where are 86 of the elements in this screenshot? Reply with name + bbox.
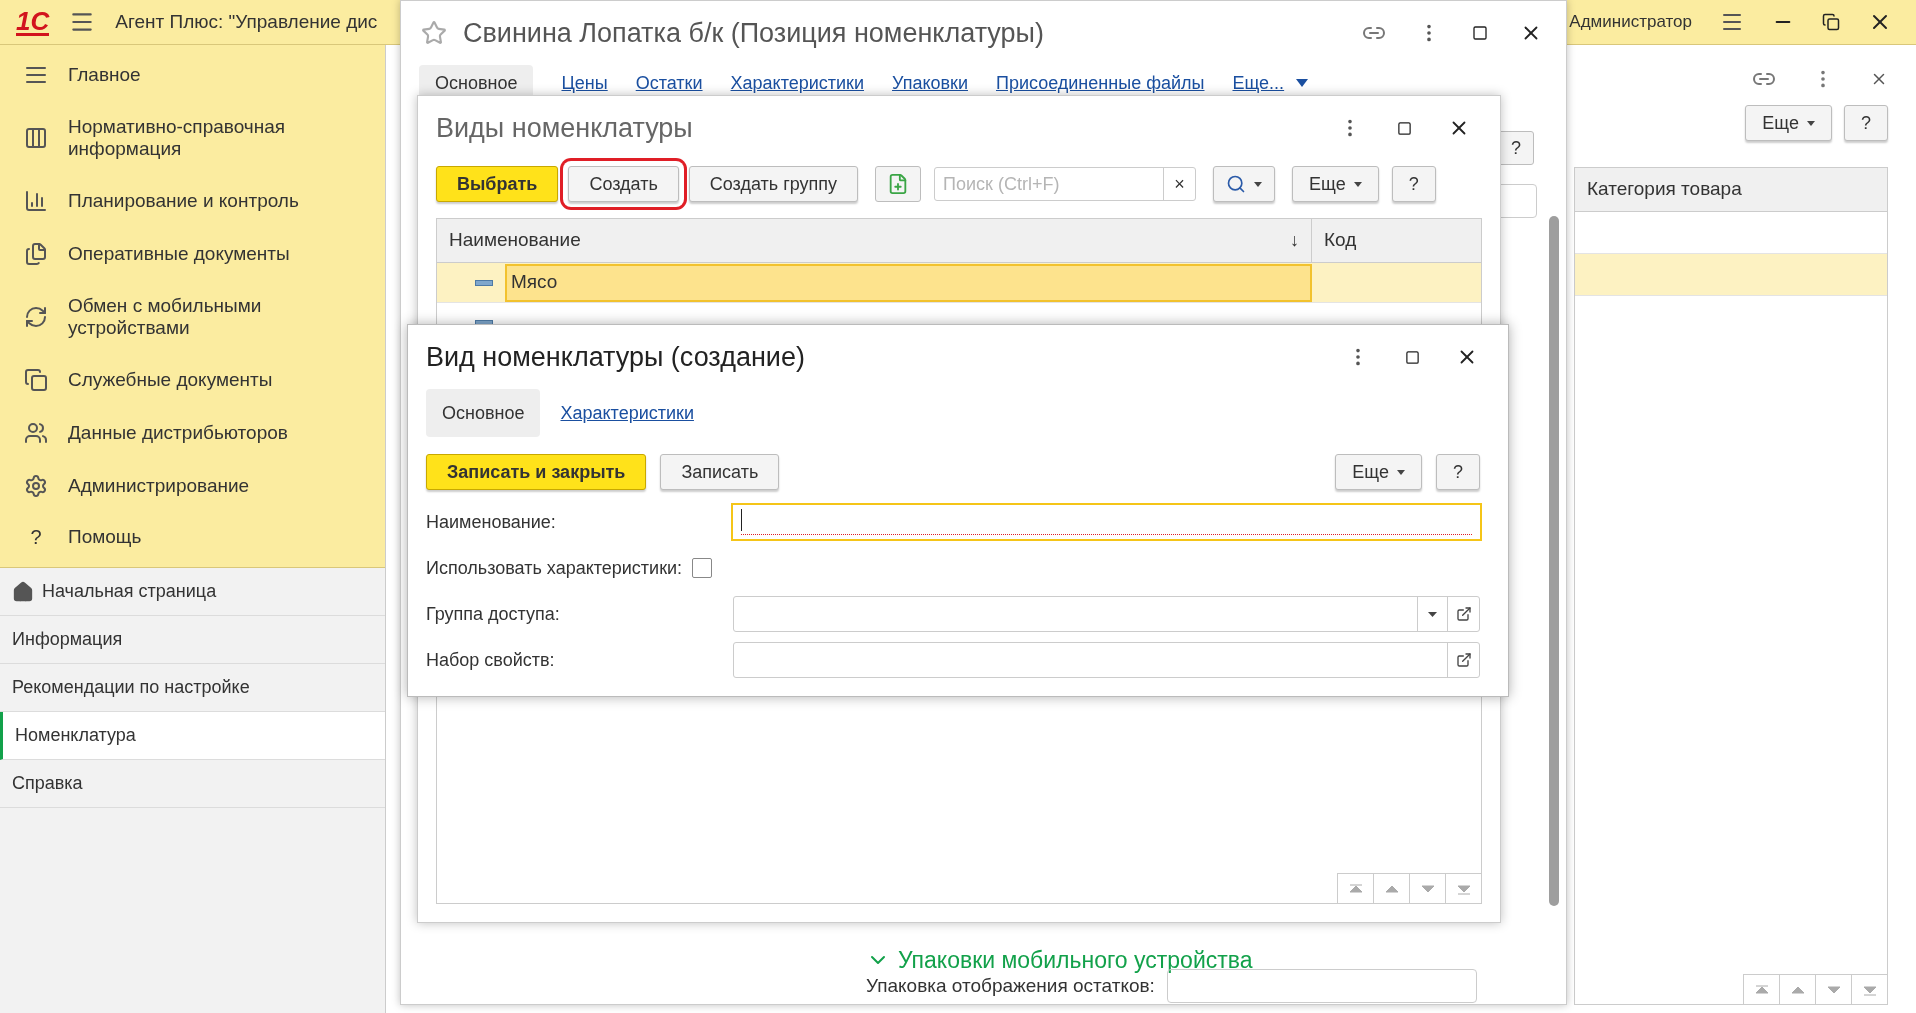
dropdown-icon — [1428, 611, 1437, 617]
maximize-icon[interactable] — [1405, 349, 1420, 365]
tab[interactable]: Еще... — [1232, 65, 1309, 101]
nav-button[interactable] — [1779, 974, 1815, 1004]
caret-icon — [1353, 182, 1362, 188]
caret-icon — [1807, 121, 1815, 127]
help-button[interactable]: ? — [1844, 105, 1888, 141]
tab[interactable]: Характеристики — [560, 389, 694, 437]
user-name[interactable]: Администратор — [1569, 9, 1692, 35]
nav-button[interactable] — [1815, 974, 1851, 1004]
nav-button[interactable] — [1409, 873, 1445, 903]
section-item[interactable]: ? Помощь — [0, 526, 385, 549]
nav-button[interactable] — [1373, 873, 1409, 903]
clear-button[interactable]: × — [1163, 168, 1196, 200]
field-label: Использовать характеристики: — [426, 556, 683, 580]
home-icon — [12, 580, 34, 603]
maximize-icon[interactable] — [1397, 120, 1412, 136]
create-button[interactable]: Создать группу — [688, 166, 859, 202]
search-button[interactable] — [1213, 166, 1276, 202]
nav-link[interactable]: Номенклатура — [0, 712, 385, 760]
section-item[interactable]: Данные дистрибьюторов — [0, 420, 385, 445]
field-label: Набор свойств: — [426, 648, 556, 672]
tab[interactable]: Основное — [426, 389, 541, 437]
restore-icon[interactable] — [1822, 13, 1840, 31]
search-icon — [1226, 174, 1247, 194]
section-item[interactable]: Оперативные документы — [0, 242, 385, 267]
field-label: Наименование: — [426, 510, 557, 534]
window-title: Свинина Лопатка б/к (Позиция номенклатуры) — [463, 16, 1044, 50]
up-arrow-icon — [1753, 982, 1770, 997]
add-file-button[interactable] — [875, 166, 922, 202]
help-button[interactable]: ? — [1391, 166, 1436, 202]
caret-icon — [1397, 470, 1405, 476]
up-arrow-icon — [1347, 881, 1364, 896]
select-button[interactable]: Выбрать — [436, 166, 559, 202]
more-button[interactable]: Еще — [1745, 105, 1832, 141]
open-icon — [1455, 606, 1472, 622]
section-item[interactable]: Главное — [0, 63, 385, 88]
field-label: Группа доступа: — [426, 602, 561, 626]
section-item[interactable]: Нормативно-справочная информация — [0, 116, 385, 161]
section-icon — [24, 242, 48, 267]
create-button[interactable]: Создать — [568, 166, 679, 202]
caret-icon — [1296, 79, 1309, 87]
select-field[interactable] — [733, 596, 1480, 632]
nav-link[interactable]: Начальная страница — [0, 568, 385, 616]
save-button[interactable]: Записать — [660, 454, 780, 490]
nav-button[interactable] — [1743, 974, 1779, 1004]
star-icon[interactable] — [421, 20, 447, 46]
text-field[interactable] — [731, 503, 1482, 541]
checkbox[interactable] — [692, 558, 713, 578]
section-icon — [24, 126, 48, 151]
app-title: Агент Плюс: "Управление дис — [115, 9, 378, 34]
group-icon — [475, 279, 493, 286]
nav-link[interactable]: Справка — [0, 760, 385, 808]
help-glyph: ? — [29, 526, 43, 549]
help-button[interactable]: ? — [1436, 454, 1480, 490]
maximize-icon[interactable] — [1472, 25, 1488, 41]
caret-icon — [1254, 181, 1263, 187]
section-item[interactable]: Администрирование — [0, 473, 385, 498]
search-field[interactable]: Поиск (Ctrl+F) × — [934, 167, 1197, 201]
dialog-title: Вид номенклатуры (создание) — [426, 340, 805, 374]
section-icon — [24, 473, 48, 498]
section-item[interactable]: Планирование и контроль — [0, 189, 385, 214]
sort-icon: ↓ — [1290, 227, 1299, 254]
more-button[interactable]: Еще — [1335, 454, 1422, 490]
scrollbar[interactable] — [1549, 216, 1559, 906]
column-header[interactable]: Код — [1312, 219, 1481, 262]
section-icon — [24, 304, 48, 329]
dialog-title: Виды номенклатуры — [436, 111, 693, 145]
column-header[interactable]: Наименование ↓ — [437, 219, 1312, 262]
more-button[interactable]: Еще — [1292, 166, 1379, 202]
table-row[interactable]: Мясо — [437, 263, 1481, 303]
section-item[interactable]: Служебные документы — [0, 367, 385, 392]
nav-button[interactable] — [1337, 873, 1373, 903]
table-cell: Мясо — [505, 263, 1312, 302]
column-header[interactable]: Категория товара — [1575, 168, 1887, 212]
section-item[interactable]: Обмен с мобильными устройствами — [0, 294, 385, 339]
nav-link[interactable]: Информация — [0, 616, 385, 664]
section-icon — [24, 367, 48, 392]
section-icon — [24, 189, 48, 214]
open-icon — [1455, 652, 1472, 668]
section-icon — [24, 420, 48, 445]
nav-button[interactable] — [1851, 974, 1887, 1004]
save-close-button[interactable]: Записать и закрыть — [426, 454, 647, 490]
nav-button[interactable] — [1445, 873, 1481, 903]
logo: 1С — [16, 8, 50, 36]
lookup-field[interactable] — [733, 642, 1480, 678]
